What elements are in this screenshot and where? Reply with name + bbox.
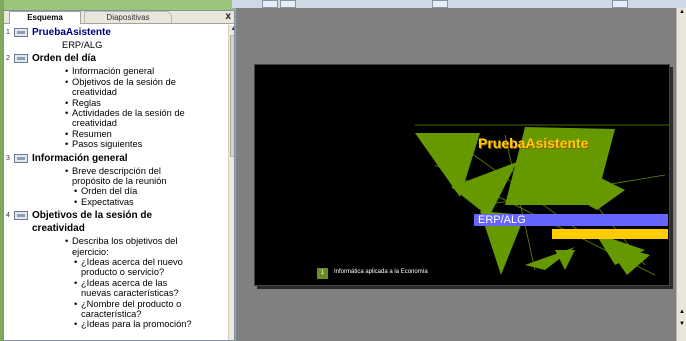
slide-icon[interactable] [14,54,28,64]
slide-icon[interactable] [14,211,28,221]
slide-subtitle[interactable]: ERP/ALG [478,214,526,226]
outline-bullet[interactable]: Pasos siguientes [65,139,142,149]
slide-icon[interactable] [14,153,28,163]
slide-number-label: 2 [6,55,10,63]
slide-title[interactable]: PruebaAsistente [478,135,588,151]
slide-scrollbar[interactable]: ▲ ▲ ▼ [676,8,686,341]
outline-bullet[interactable]: Actividades de la sesión de [65,108,185,118]
slide-footer: Informática aplicada a la Economía [334,269,428,275]
scrollbar-thumb[interactable] [230,35,234,157]
outline-slide-title[interactable]: Orden del día [32,53,96,64]
outline-bullet[interactable]: Expectativas [74,197,134,207]
outline-scrollbar[interactable]: ▲ [228,25,234,340]
outline-bullet[interactable]: ¿Ideas para la promoción? [74,319,192,329]
outline-bullet[interactable]: ERP/ALG [62,40,102,50]
outline-bullet[interactable]: Información general [65,66,154,76]
scroll-up-arrow-icon[interactable]: ▲ [678,8,686,16]
slide-number: 1 [317,268,328,279]
subtitle-bar: ERP/ALG [474,214,668,226]
outline-content[interactable]: 1 PruebaAsistente ERP/ALG 2 Orden del día Inf… [4,25,224,340]
slide-canvas[interactable]: PruebaAsistente ERP/ALG 1 Informática ap… [254,64,670,286]
outline-bullet[interactable]: producto o servicio? [81,267,164,277]
slide-number-label: 4 [6,212,10,220]
toolbar-button[interactable] [432,0,448,8]
accent-bar [552,229,668,239]
toolbar-button[interactable] [262,0,278,8]
outline-slide-title[interactable]: Objetivos de la sesión de [32,210,152,221]
slide-shapes [415,124,669,276]
toolbar-button[interactable] [280,0,296,8]
outline-slide-title[interactable]: creatividad [32,223,85,234]
slide-icon[interactable] [14,28,28,37]
previous-slide-icon[interactable]: ▲ [678,308,686,316]
outline-bullet[interactable]: Orden del día [74,186,137,196]
toolbar-button[interactable] [612,0,628,8]
outline-bullet[interactable]: característica? [81,309,141,319]
outline-bullet[interactable]: ¿Nombre del producto o [74,299,181,309]
scroll-up-arrow-icon[interactable]: ▲ [229,25,234,33]
outline-bullet[interactable]: ¿Ideas acerca del nuevo [74,257,183,267]
next-slide-icon[interactable]: ▼ [678,320,686,328]
panel-tabs: Esquema Diapositivas x [4,11,234,24]
outline-bullet[interactable]: Objetivos de la sesión de [65,77,176,87]
tab-outline[interactable]: Esquema [9,11,81,24]
outline-slide-title[interactable]: Información general [32,153,128,164]
outline-slide-title[interactable]: PruebaAsistente [32,27,111,38]
outline-bullet[interactable]: creatividad [72,118,117,128]
outline-bullet[interactable]: creatividad [72,87,117,97]
outline-bullet[interactable]: Describa los objetivos del [65,236,177,246]
outline-panel: Esquema Diapositivas x 1 PruebaAsistente E… [3,10,235,341]
close-panel-button[interactable]: x [225,11,231,22]
outline-bullet[interactable]: ¿Ideas acerca de las [74,278,167,288]
outline-bullet[interactable]: nuevas características? [81,288,179,298]
outline-bullet[interactable]: ejercicio: [72,247,109,257]
outline-bullet[interactable]: propósito de la reunión [72,176,167,186]
slide-number-label: 1 [6,29,10,36]
outline-bullet[interactable]: Resumen [65,129,112,139]
slide-number-label: 3 [6,154,10,162]
tab-slides[interactable]: Diapositivas [84,11,172,23]
outline-bullet[interactable]: Breve descripción del [65,166,161,176]
outline-bullet[interactable]: Reglas [65,98,101,108]
